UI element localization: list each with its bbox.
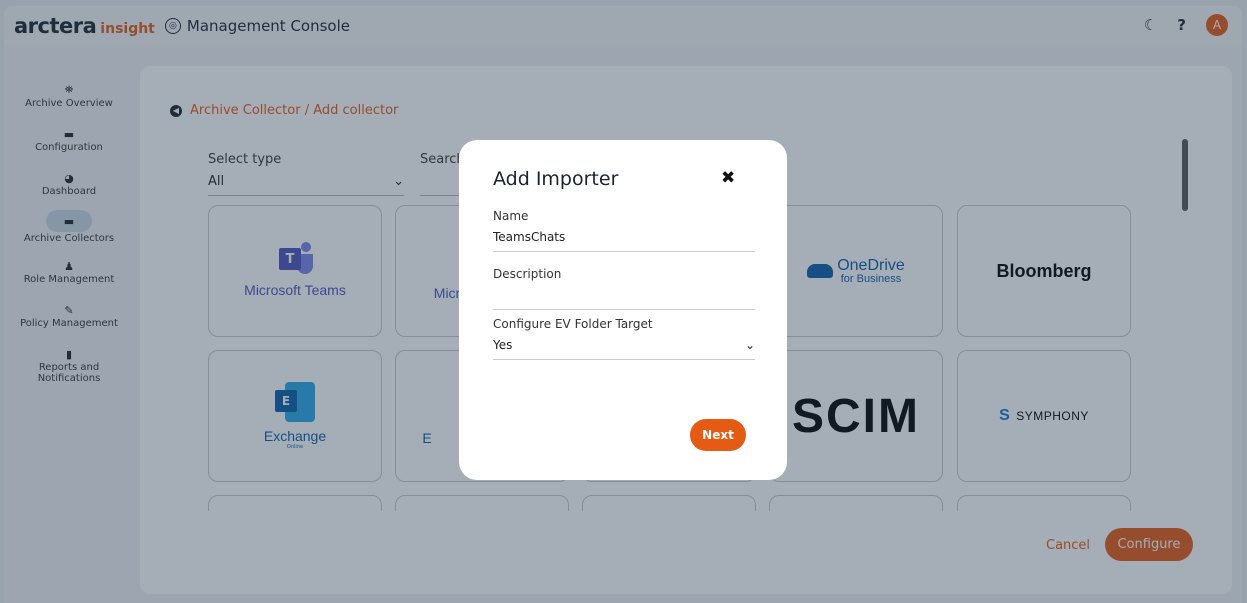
close-icon[interactable]: ✖ [721,168,735,188]
dialog-title: Add Importer [493,168,619,190]
name-field[interactable]: TeamsChats [493,230,755,252]
ev-folder-value: Yes [493,338,513,352]
ev-folder-select[interactable]: Yes ⌄ [493,338,755,360]
name-label: Name [493,209,529,223]
chevron-down-icon: ⌄ [744,338,755,352]
description-field[interactable] [493,288,755,310]
ev-folder-label: Configure EV Folder Target [493,317,653,331]
next-button[interactable]: Next [690,419,746,451]
add-importer-dialog: Add Importer ✖ Name TeamsChats Descripti… [459,140,787,480]
description-label: Description [493,267,562,281]
